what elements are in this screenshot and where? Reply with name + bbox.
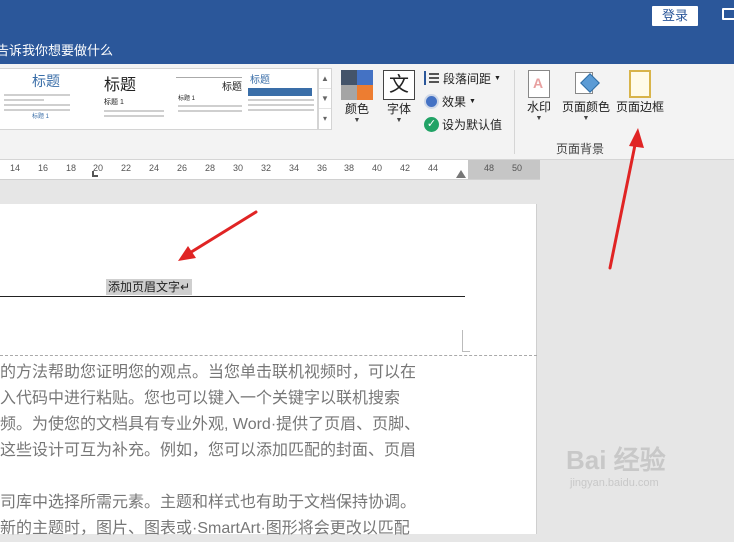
header-rule bbox=[0, 296, 465, 297]
body-line: 频。为使您的文档具有专业外观, Word·提供了页眉、页脚、 bbox=[0, 416, 421, 433]
horizontal-ruler[interactable]: 14 16 18 20 22 24 26 28 30 32 34 36 38 4… bbox=[0, 160, 540, 180]
ribbon-design-tab: 标题 标题 1 标题 标题 1 标题 标题 1 标题 ▲ ▼ ▾ 颜色 ▼ 文 … bbox=[0, 64, 734, 160]
chevron-down-icon: ▼ bbox=[353, 117, 361, 124]
style-thumb-3[interactable]: 标题 标题 1 bbox=[176, 71, 242, 127]
chevron-down-icon: ▼ bbox=[395, 117, 403, 124]
body-line: 这些设计可互为补充。例如，您可以添加匹配的封面、页眉 bbox=[0, 442, 417, 459]
ruler-margin-area bbox=[468, 160, 540, 179]
page-background-group-label: 页面背景 bbox=[556, 142, 605, 156]
body-line: 司库中选择所需元素。主题和样式也有助于文档保持协调。 bbox=[0, 494, 417, 511]
body-line: 新的主题时，图片、图表或·SmartArt·图形将会更改以匹配 bbox=[0, 520, 410, 537]
style-thumb-2[interactable]: 标题 标题 1 bbox=[84, 71, 164, 127]
indent-marker[interactable] bbox=[456, 170, 466, 178]
page-borders-icon bbox=[629, 70, 651, 98]
page-color-icon bbox=[573, 70, 600, 98]
colors-button[interactable]: 颜色 ▼ bbox=[340, 70, 374, 124]
body-line: 入代码中进行粘贴。您也可以键入一个关键字以联机搜索 bbox=[0, 390, 401, 407]
margin-marker bbox=[462, 351, 470, 352]
paragraph-spacing-button[interactable]: 段落间距 ▼ bbox=[424, 68, 501, 88]
margin-marker bbox=[462, 330, 463, 352]
tell-me-bar: 告诉我你想要做什么 bbox=[0, 34, 734, 64]
page-color-button[interactable]: 页面颜色 ▼ bbox=[560, 70, 612, 122]
effects-icon bbox=[424, 93, 439, 109]
colors-palette-icon bbox=[341, 70, 373, 100]
tell-me-search[interactable]: 告诉我你想要做什么 bbox=[0, 40, 113, 59]
group-separator bbox=[514, 70, 515, 154]
ribbon-display-options-icon[interactable] bbox=[722, 8, 734, 20]
watermark-button[interactable]: A 水印 ▼ bbox=[524, 70, 554, 122]
baidu-jingyan-watermark: Bai 经验 jingyan.baidu.com bbox=[566, 445, 666, 489]
gallery-more-icon[interactable]: ▾ bbox=[319, 109, 331, 129]
body-line: 的方法帮助您证明您的观点。当您单击联机视频时，可以在 bbox=[0, 364, 417, 381]
style-set-gallery[interactable]: 标题 标题 1 标题 标题 1 标题 标题 1 标题 bbox=[0, 68, 318, 130]
set-as-default-button[interactable]: ✓ 设为默认值 bbox=[424, 114, 502, 134]
gallery-up-icon[interactable]: ▲ bbox=[319, 69, 331, 89]
fonts-button[interactable]: 文 字体 ▼ bbox=[382, 70, 416, 124]
tab-stop-marker[interactable] bbox=[92, 171, 98, 177]
login-button[interactable]: 登录 bbox=[652, 6, 698, 26]
chevron-down-icon: ▼ bbox=[582, 115, 590, 122]
page-header-text[interactable]: 添加页眉文字↵ bbox=[106, 279, 193, 295]
effects-button[interactable]: 效果 ▼ bbox=[424, 91, 476, 111]
style-thumb-1[interactable]: 标题 标题 1 bbox=[0, 71, 70, 127]
fonts-icon: 文 bbox=[383, 70, 415, 100]
body-text[interactable]: 的方法帮助您证明您的观点。当您单击联机视频时，可以在 入代码中进行粘贴。您也可以… bbox=[0, 360, 470, 542]
chevron-down-icon: ▼ bbox=[494, 74, 501, 82]
chevron-down-icon: ▼ bbox=[535, 115, 543, 122]
gallery-scroll[interactable]: ▲ ▼ ▾ bbox=[318, 68, 332, 130]
watermark-icon: A bbox=[528, 70, 550, 98]
paragraph-spacing-icon bbox=[424, 71, 440, 85]
style-thumb-4[interactable]: 标题 bbox=[246, 71, 314, 127]
chevron-down-icon: ▼ bbox=[469, 97, 476, 105]
title-bar: 登录 bbox=[0, 0, 734, 34]
gallery-down-icon[interactable]: ▼ bbox=[319, 89, 331, 109]
check-circle-icon: ✓ bbox=[424, 116, 439, 132]
page-borders-button[interactable]: 页面边框 bbox=[614, 70, 666, 115]
header-boundary bbox=[0, 355, 537, 356]
body-line bbox=[0, 464, 470, 490]
document-page[interactable]: 添加页眉文字↵ 的方法帮助您证明您的观点。当您单击联机视频时，可以在 入代码中进… bbox=[0, 204, 537, 537]
